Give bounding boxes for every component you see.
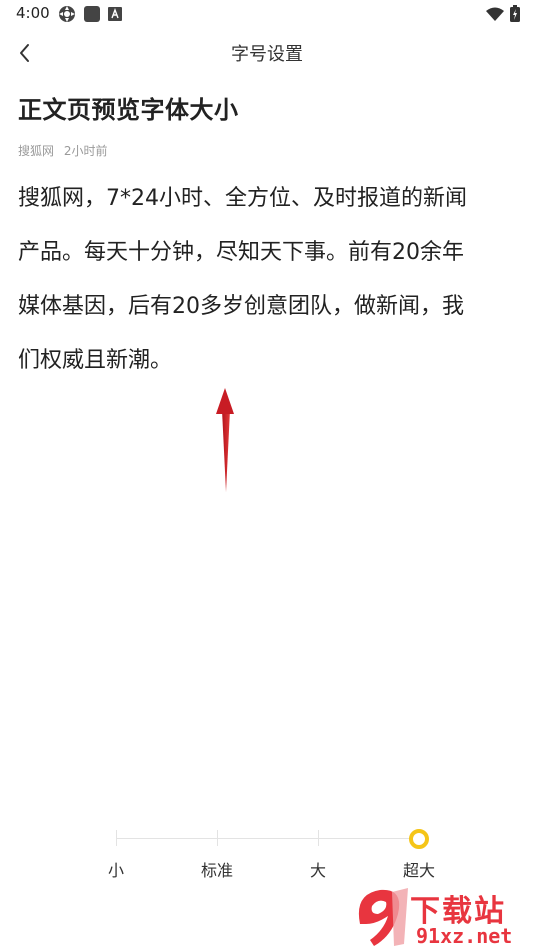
article-line: 媒体基因，后有20多岁创意团队，做新闻，我 [18, 294, 464, 319]
status-icons-right [486, 5, 520, 22]
slider-tick[interactable] [217, 830, 218, 846]
status-bar: 4:00 [0, 0, 534, 28]
settings-icon [59, 6, 75, 22]
status-icons-left [58, 5, 122, 23]
page-title: 字号设置 [231, 44, 303, 65]
article-line: 们权威且新潮。 [18, 348, 173, 373]
wifi-icon [486, 7, 504, 21]
article-line: 产品。每天十分钟，尽知天下事。前有20余年 [18, 240, 464, 265]
article-title: 正文页预览字体大小 [18, 96, 239, 124]
nav-bar: 字号设置 [0, 28, 534, 78]
slider-track[interactable] [116, 838, 420, 839]
slider-tick[interactable] [116, 830, 117, 846]
font-size-option-small[interactable]: 小 [108, 857, 124, 881]
watermark-logo-icon [358, 888, 408, 946]
article-source: 搜狐网 [18, 144, 55, 158]
status-time: 4:00 [16, 4, 50, 22]
annotation-arrow-icon [216, 388, 234, 492]
square-app-icon [84, 6, 100, 22]
font-size-slider[interactable]: 小 标准 大 超大 [0, 822, 534, 892]
slider-knob[interactable] [409, 829, 429, 849]
a-icon [108, 7, 122, 21]
battery-icon [510, 5, 520, 22]
font-size-option-xlarge[interactable]: 超大 [403, 857, 435, 881]
article-line: 搜狐网，7*24小时、全方位、及时报道的新闻 [18, 186, 467, 211]
article-meta: 搜狐网 2小时前 [18, 142, 107, 159]
article-time: 2小时前 [63, 144, 108, 158]
watermark: 下载站 91xz.net [352, 884, 528, 950]
font-size-option-standard[interactable]: 标准 [201, 857, 233, 881]
watermark-url: 91xz.net [416, 924, 513, 948]
article-body: 搜狐网，7*24小时、全方位、及时报道的新闻 产品。每天十分钟，尽知天下事。前有… [18, 172, 518, 388]
slider-tick[interactable] [318, 830, 319, 846]
font-size-option-large[interactable]: 大 [310, 857, 326, 881]
